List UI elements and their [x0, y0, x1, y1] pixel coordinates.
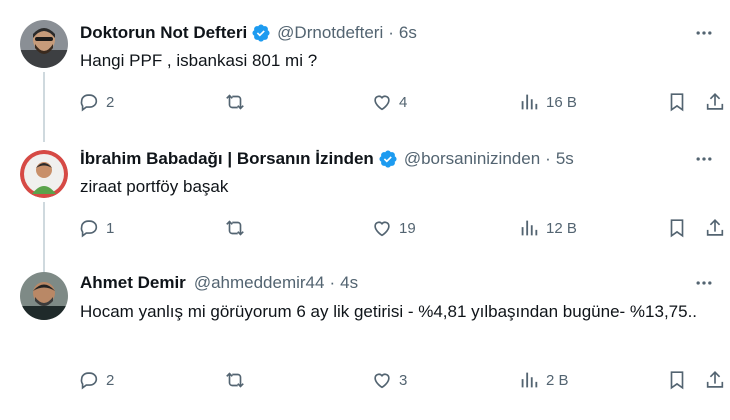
- handle[interactable]: @Drnotdefteri: [277, 23, 383, 43]
- views-chart-icon: [521, 372, 538, 388]
- timestamp[interactable]: 6s: [399, 23, 417, 43]
- reply-icon: [80, 220, 98, 238]
- display-name[interactable]: Doktorun Not Defteri: [80, 23, 247, 43]
- avatar[interactable]: [20, 272, 68, 320]
- retweet-button[interactable]: [224, 91, 252, 113]
- more-options-icon[interactable]: [692, 148, 716, 170]
- views-count: 16 B: [546, 93, 577, 111]
- reply-icon: [80, 372, 98, 390]
- retweet-icon: [226, 220, 244, 236]
- separator-dot: ·: [329, 273, 336, 292]
- views-button[interactable]: 2 B: [518, 369, 569, 391]
- verified-badge-icon: [379, 150, 397, 168]
- retweet-icon: [226, 372, 244, 388]
- separator-dot: ·: [388, 23, 394, 42]
- tweet-text: Hangi PPF , isbankasi 801 mi ?: [80, 51, 318, 70]
- like-button[interactable]: 19: [371, 217, 416, 239]
- heart-icon: [374, 373, 390, 389]
- bookmark-icon: [670, 219, 684, 238]
- tweet-header: Ahmet Demir @ahmeddemir44 · 4s: [80, 272, 358, 294]
- tweet-text: ziraat portföy başak: [80, 177, 229, 196]
- reply-button[interactable]: 1: [78, 217, 114, 239]
- views-chart-icon: [521, 94, 538, 110]
- separator-dot: ·: [545, 149, 551, 168]
- display-name[interactable]: Ahmet Demir: [80, 273, 186, 293]
- views-chart-icon: [521, 220, 538, 236]
- share-icon: [706, 219, 724, 236]
- retweet-button[interactable]: [224, 217, 252, 239]
- share-icon: [706, 371, 724, 388]
- tweet-header: Doktorun Not Defteri @Drnotdefteri · 6s: [80, 22, 417, 44]
- more-options-icon[interactable]: [692, 272, 716, 294]
- verified-badge-icon: [252, 24, 270, 42]
- reply-count: 2: [106, 93, 115, 111]
- reply-button[interactable]: 2: [78, 369, 114, 391]
- heart-icon: [374, 221, 390, 237]
- bookmark-button[interactable]: [666, 217, 688, 239]
- views-count: 2 B: [546, 371, 569, 389]
- bookmark-button[interactable]: [666, 91, 688, 113]
- more-options-icon[interactable]: [692, 22, 716, 44]
- bookmark-icon: [670, 371, 684, 390]
- reply-button[interactable]: 2: [78, 91, 114, 113]
- tweet-actions: 2 3 2 B: [0, 369, 730, 393]
- timestamp[interactable]: 5s: [556, 149, 574, 169]
- reply-count: 2: [106, 371, 115, 389]
- heart-icon: [374, 95, 390, 111]
- views-count: 12 B: [546, 219, 577, 237]
- bookmark-button[interactable]: [666, 369, 688, 391]
- share-icon: [706, 93, 724, 110]
- like-button[interactable]: 4: [371, 91, 407, 113]
- reply-count: 1: [106, 219, 115, 237]
- retweet-button[interactable]: [224, 369, 252, 391]
- timestamp[interactable]: 4s: [340, 273, 358, 293]
- bookmark-icon: [670, 93, 684, 112]
- display-name[interactable]: İbrahim Babadağı | Borsanın İzinden: [80, 149, 374, 169]
- like-count: 19: [399, 219, 416, 237]
- share-button[interactable]: [704, 91, 726, 113]
- like-button[interactable]: 3: [371, 369, 407, 391]
- avatar[interactable]: [20, 150, 68, 198]
- views-button[interactable]: 12 B: [518, 217, 577, 239]
- handle[interactable]: @borsaninizinden: [404, 149, 540, 169]
- share-button[interactable]: [704, 369, 726, 391]
- tweet-actions: 1 19 12 B: [0, 217, 730, 241]
- avatar[interactable]: [20, 20, 68, 68]
- like-count: 4: [399, 93, 408, 111]
- share-button[interactable]: [704, 217, 726, 239]
- tweet-actions: 2 4 16 B: [0, 91, 730, 115]
- retweet-icon: [226, 94, 244, 110]
- views-button[interactable]: 16 B: [518, 91, 577, 113]
- handle[interactable]: @ahmeddemir44: [194, 273, 325, 293]
- tweet-header: İbrahim Babadağı | Borsanın İzinden @bor…: [80, 148, 574, 170]
- tweet-text: Hocam yanlış mi görüyorum 6 ay lik getir…: [80, 302, 698, 321]
- like-count: 3: [399, 371, 408, 389]
- reply-icon: [80, 94, 98, 112]
